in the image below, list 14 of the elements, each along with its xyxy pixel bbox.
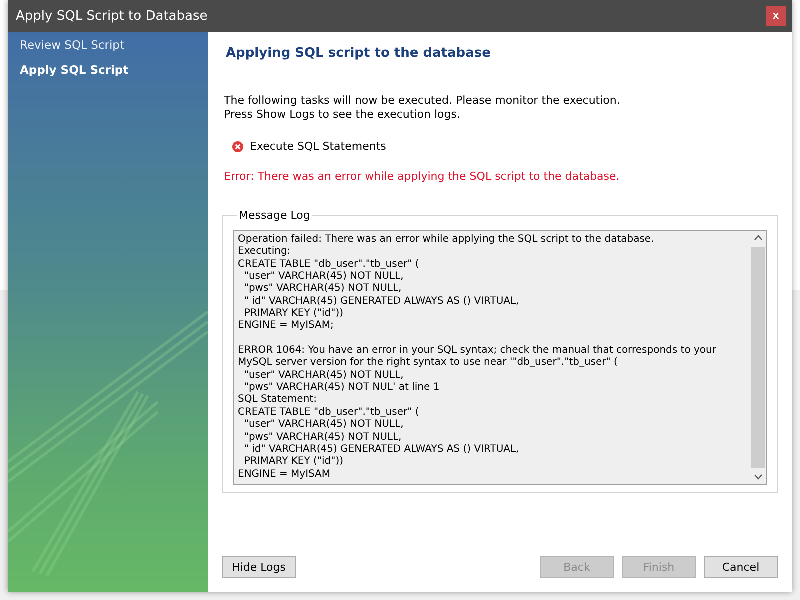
wizard-step[interactable]: Review SQL Script [8, 38, 208, 52]
dialog-button[interactable]: Hide Logs [222, 556, 296, 578]
scroll-thumb[interactable] [751, 247, 765, 468]
dialog-button[interactable]: Cancel [704, 556, 778, 578]
instruction-text: The following tasks will now be executed. Please monitor the execution. Press Show Logs to see the execution logs. [224, 94, 622, 122]
task-label: Execute SQL Statements [250, 140, 386, 153]
page-heading: Applying SQL script to the database [226, 46, 492, 61]
group-title: Message Log [238, 209, 312, 222]
close-button[interactable]: x [766, 6, 786, 26]
window-title: Apply SQL Script to Database [16, 8, 208, 24]
error-icon [232, 140, 244, 152]
wizard-step[interactable]: Apply SQL Script [8, 63, 208, 77]
error-message: Error: There was an error while applying the SQL script to the database. [224, 170, 621, 183]
log-text: Operation failed: There was an error while applying the SQL script to the database. Executing: CREATE TABLE "db_user"."tb_user" ( "user" VARCHAR(45) NOT NULL, "pws" VARCHAR(45) NOT NULL, " id" VARCHAR(45) GENERATED ALWAYS AS () VIRTUAL, PRIMARY KEY ("id")) ENGINE = MyISAM; ERROR 1064: You have an error in your SQL syntax; check the manual that corresponds to your MySQL server version for the right syntax to use near '"db_user"."tb_user" ( "user" VARCHAR(45) NOT NULL, "pws" VARCHAR(45) NOT NUL' at line 1 SQL Statement: CREATE TABLE "db_user"."tb_user" ( "user" VARCHAR(45) NOT NULL, "pws" VARCHAR(45) NOT NULL, " id" VARCHAR(45) GENERATED ALWAYS AS () VIRTUAL, PRIMARY KEY ("id")) ENGINE = MyISAM [237, 233, 718, 482]
